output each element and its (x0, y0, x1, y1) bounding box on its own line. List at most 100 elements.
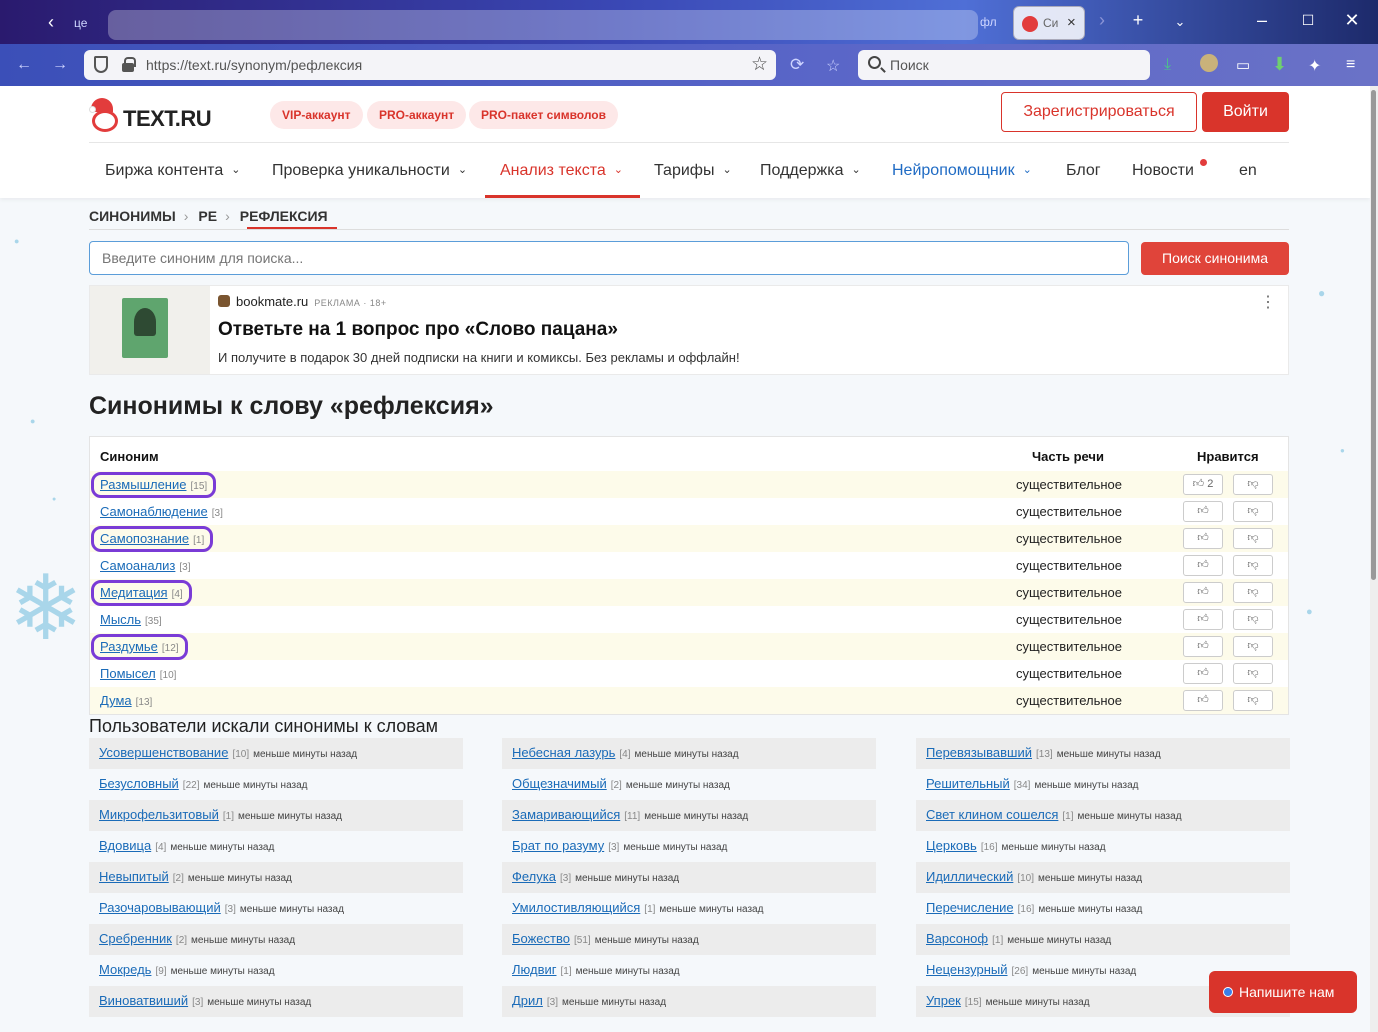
menu-item-language[interactable]: en (1239, 162, 1257, 180)
menu-item-text-analysis[interactable]: Анализ текста ⌄ (500, 162, 623, 180)
app-menu-icon[interactable]: ≡ (1346, 56, 1355, 74)
dislike-button[interactable]: 👎︎ (1233, 582, 1273, 603)
reload-icon[interactable]: ⟳ (790, 55, 804, 75)
searched-word-link[interactable]: Брат по разуму [3] меньше минуты назад (512, 838, 727, 853)
page-scrollbar[interactable] (1370, 86, 1378, 1032)
dislike-button[interactable]: 👎︎ (1233, 474, 1273, 495)
browser-search-box[interactable]: Поиск (858, 50, 1150, 80)
synonym-link[interactable]: Дума [13] (100, 693, 152, 708)
login-button[interactable]: Войти (1202, 92, 1289, 132)
menu-item-neuro-assistant[interactable]: Нейропомощник ⌄ (892, 162, 1032, 180)
pro-account-pill[interactable]: PRO-аккаунт (367, 101, 467, 129)
scrollbar-thumb[interactable] (1371, 90, 1376, 580)
synonym-link[interactable]: Самоанализ [3] (100, 558, 191, 573)
like-button[interactable]: 👍︎ (1183, 528, 1223, 549)
dislike-button[interactable]: 👎︎ (1233, 690, 1273, 711)
searched-word-link[interactable]: Сребренник [2] меньше минуты назад (99, 931, 295, 946)
new-tab-icon[interactable]: + (1126, 10, 1150, 31)
maximize-icon[interactable]: ☐ (1296, 12, 1320, 29)
synonym-search-input[interactable] (89, 241, 1129, 275)
active-tab[interactable]: Си × (1013, 6, 1085, 40)
ad-banner[interactable]: bookmate.ru РЕКЛАМА · 18+ Ответьте на 1 в… (89, 285, 1289, 375)
searched-word-link[interactable]: Церковь [16] меньше минуты назад (926, 838, 1106, 853)
menu-item-support[interactable]: Поддержка ⌄ (760, 162, 861, 180)
searched-word-link[interactable]: Людвиг [1] меньше минуты назад (512, 962, 680, 977)
synonym-search-button[interactable]: Поиск синонима (1141, 242, 1289, 275)
searched-word-link[interactable]: Свет клином сошелся [1] меньше минуты наза… (926, 807, 1182, 822)
like-button[interactable]: 👍︎ (1183, 636, 1223, 657)
synonym-link[interactable]: Помысел [10] (100, 666, 176, 681)
tab-fragment-left[interactable]: це (74, 16, 87, 30)
tab-list-chevron-icon[interactable]: ⌄ (1168, 14, 1192, 30)
like-button[interactable]: 👍︎ (1183, 663, 1223, 684)
searched-word-link[interactable]: Нецензурный [26] меньше минуты назад (926, 962, 1136, 977)
searched-word-link[interactable]: Идиллический [10] меньше минуты назад (926, 869, 1142, 884)
dislike-button[interactable]: 👎︎ (1233, 609, 1273, 630)
searched-word-link[interactable]: Решительный [34] меньше минуты назад (926, 776, 1138, 791)
chat-button[interactable]: Напишите нам (1209, 971, 1357, 1013)
ad-source[interactable]: bookmate.ru РЕКЛАМА · 18+ (218, 294, 387, 309)
containers-icon[interactable]: ▭ (1236, 56, 1250, 74)
tracking-shield-icon[interactable] (94, 56, 108, 73)
menu-item-birzha[interactable]: Биржа контента ⌄ (105, 162, 240, 180)
searched-word-link[interactable]: Дрил [3] меньше минуты назад (512, 993, 666, 1008)
searched-word-link[interactable]: Небесная лазурь [4] меньше минуты назад (512, 745, 739, 760)
forward-arrow-icon[interactable]: → (52, 56, 68, 74)
like-button[interactable]: 👍︎ (1183, 690, 1223, 711)
register-button[interactable]: Зарегистрироваться (1001, 92, 1197, 132)
searched-word-link[interactable]: Фелука [3] меньше минуты назад (512, 869, 679, 884)
searched-word-link[interactable]: Усовершенствование [10] меньше минуты наза… (99, 745, 357, 760)
dislike-button[interactable]: 👎︎ (1233, 501, 1273, 522)
address-bar[interactable]: https://text.ru/synonym/рефлексия ☆ (84, 50, 776, 80)
like-button[interactable]: 👍︎ 2 (1183, 474, 1223, 495)
breadcrumb-synonyms[interactable]: СИНОНИМЫ (89, 208, 176, 224)
profile-avatar[interactable] (1200, 54, 1218, 72)
ad-options-icon[interactable]: ⋮ (1260, 292, 1276, 312)
tab-scroll-right-icon[interactable]: › (1090, 10, 1114, 31)
synonym-link[interactable]: Самонаблюдение [3] (100, 504, 223, 519)
synonym-link[interactable]: Мысль [35] (100, 612, 162, 627)
ad-thumbnail[interactable] (90, 286, 210, 374)
bookmark-star-icon[interactable]: ☆ (751, 53, 768, 76)
menu-item-blog[interactable]: Блог (1066, 162, 1101, 180)
searched-word-link[interactable]: Разочаровывающий [3] меньше минуты назад (99, 900, 344, 915)
like-button[interactable]: 👍︎ (1183, 555, 1223, 576)
breadcrumb-re[interactable]: РЕ (198, 208, 217, 224)
back-arrow-icon[interactable]: ← (16, 56, 32, 74)
close-window-icon[interactable]: ✕ (1340, 10, 1364, 31)
searched-word-link[interactable]: Перевязывавший [13] меньше минуты назад (926, 745, 1161, 760)
like-button[interactable]: 👍︎ (1183, 609, 1223, 630)
dislike-button[interactable]: 👎︎ (1233, 555, 1273, 576)
vip-account-pill[interactable]: VIP-аккаунт (270, 101, 363, 129)
tab-scroll-left-icon[interactable]: ‹ (48, 12, 68, 32)
minimize-icon[interactable]: – (1250, 10, 1274, 31)
extensions-icon[interactable]: ✦ (1308, 56, 1321, 76)
url-text[interactable]: https://text.ru/synonym/рефлексия (146, 57, 362, 73)
dislike-button[interactable]: 👎︎ (1233, 528, 1273, 549)
searched-word-link[interactable]: Перечисление [16] меньше минуты назад (926, 900, 1142, 915)
site-logo[interactable]: TEXT.RU (89, 98, 212, 136)
searched-word-link[interactable]: Общезначимый [2] меньше минуты назад (512, 776, 730, 791)
searched-word-link[interactable]: Упрек [15] меньше минуты назад (926, 993, 1090, 1008)
searched-word-link[interactable]: Микрофельзитовый [1] меньше минуты назад (99, 807, 342, 822)
searched-word-link[interactable]: Варсоноф [1] меньше минуты назад (926, 931, 1111, 946)
searched-word-link[interactable]: Мокредь [9] меньше минуты назад (99, 962, 275, 977)
menu-item-news[interactable]: Новости (1132, 162, 1194, 180)
dislike-button[interactable]: 👎︎ (1233, 663, 1273, 684)
download-manager-icon[interactable]: ⬇ (1272, 54, 1287, 75)
searched-word-link[interactable]: Божество [51] меньше минуты назад (512, 931, 699, 946)
tab-fragment-right[interactable]: фл (980, 15, 997, 29)
ad-headline[interactable]: Ответьте на 1 вопрос про «Слово пацана» (218, 319, 618, 341)
download-icon[interactable]: ⤓ (1164, 56, 1171, 74)
close-tab-icon[interactable]: × (1067, 14, 1076, 31)
menu-item-tariffs[interactable]: Тарифы ⌄ (654, 162, 732, 180)
bookmarks-icon[interactable]: ☆ (826, 56, 840, 76)
blurred-tabs[interactable] (108, 10, 978, 40)
like-button[interactable]: 👍︎ (1183, 582, 1223, 603)
dislike-button[interactable]: 👎︎ (1233, 636, 1273, 657)
searched-word-link[interactable]: Виноватвиший [3] меньше минуты назад (99, 993, 311, 1008)
searched-word-link[interactable]: Вдовица [4] меньше минуты назад (99, 838, 274, 853)
searched-word-link[interactable]: Невыпитый [2] меньше минуты назад (99, 869, 292, 884)
pro-package-pill[interactable]: PRO-пакет символов (469, 101, 619, 129)
lock-icon[interactable] (122, 57, 136, 72)
